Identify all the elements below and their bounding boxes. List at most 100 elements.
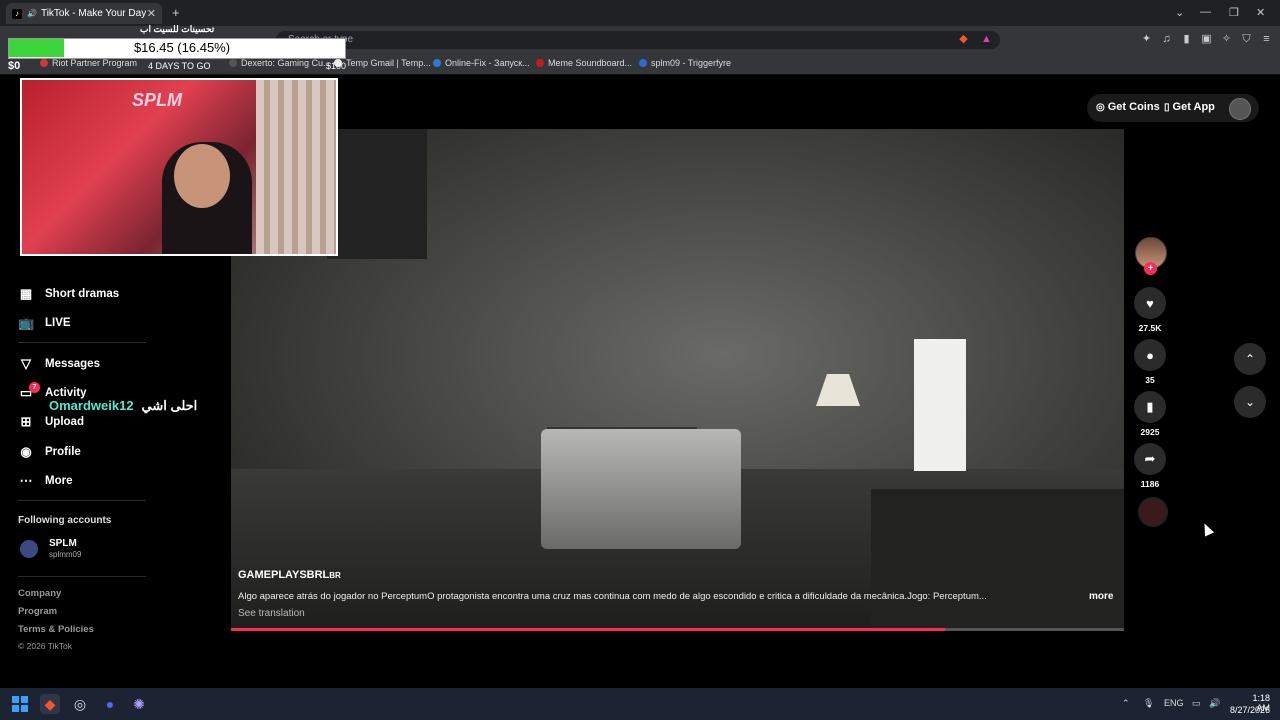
follow-plus-icon[interactable]: + <box>1144 262 1157 275</box>
author-country-badge: BR <box>329 571 341 580</box>
video-author[interactable]: GAMEPLAYSBRLBR <box>238 569 341 581</box>
film-icon: ▦ <box>19 286 33 301</box>
webcam-curtain <box>256 80 336 254</box>
comment-icon: ● <box>1146 347 1154 363</box>
video-window <box>914 339 966 471</box>
sidebar-item-more[interactable]: ⋯ More <box>18 473 73 489</box>
chat-username: Omardweik12 <box>49 398 134 413</box>
webcam-neon-logo: SPLM <box>132 90 183 110</box>
new-tab-button[interactable]: + <box>172 5 180 20</box>
video-lamp <box>816 374 860 406</box>
description-more-link[interactable]: more <box>1089 591 1113 602</box>
donation-goal-title: تحسينات للسيت اب <box>140 24 215 34</box>
sidebar-item-short-dramas[interactable]: ▦ Short dramas <box>18 286 119 302</box>
webcam-head <box>174 144 230 208</box>
audio-playing-icon[interactable]: 🔊 <box>27 9 37 18</box>
phone-icon: ▯ <box>1164 101 1170 113</box>
sidebar-item-profile[interactable]: ◉ Profile <box>18 444 80 460</box>
browser-tab-bar <box>0 0 1280 26</box>
sidebar-icon[interactable]: ▮ <box>1180 33 1193 46</box>
maximize-icon[interactable]: ❐ <box>1229 6 1239 19</box>
previous-video-button[interactable]: ⌃ <box>1234 343 1266 375</box>
donation-goal-start: $0 <box>8 60 21 72</box>
video-description: Algo aparece atrás do jogador no Percept… <box>238 591 987 602</box>
get-coins-button[interactable]: ◎ Get Coins <box>1096 101 1160 113</box>
footer-company-link[interactable]: Company <box>18 588 61 599</box>
bookmark-meme-soundboard[interactable]: Meme Soundboard... <box>536 58 632 68</box>
video-cabinet <box>871 489 1124 629</box>
bookmark-online-fix[interactable]: Online-Fix - Запуск... <box>433 58 530 68</box>
network-icon[interactable]: ▭ <box>1192 698 1201 709</box>
heart-icon: ♥ <box>1146 295 1154 311</box>
paper-plane-icon: ▽ <box>21 356 31 371</box>
get-app-button[interactable]: ▯ Get App <box>1164 101 1215 113</box>
brave-shield-icon[interactable]: ◆ <box>957 33 970 46</box>
vpn-icon[interactable]: ⛉ <box>1240 33 1253 46</box>
following-avatar[interactable] <box>20 540 38 558</box>
obs-taskbar-icon[interactable]: ◎ <box>70 694 90 714</box>
address-input[interactable]: Search or type <box>276 31 1000 49</box>
music-disc[interactable] <box>1138 497 1168 527</box>
online-fix-favicon-icon <box>433 59 441 67</box>
see-translation-link[interactable]: See translation <box>238 608 305 619</box>
stream-chat-message: Omardweik12 احلى اشي <box>49 398 197 414</box>
save-button[interactable]: ▮ <box>1134 391 1166 423</box>
save-count: 2925 <box>1140 427 1160 437</box>
brave-rewards-icon[interactable]: ▲ <box>980 33 993 46</box>
leo-ai-icon[interactable]: ✧ <box>1220 33 1233 46</box>
windows-taskbar <box>0 688 1280 720</box>
sidebar-divider <box>18 500 146 501</box>
video-player[interactable] <box>231 129 1124 630</box>
comment-button[interactable]: ● <box>1134 339 1166 371</box>
microphone-icon[interactable]: 🎙 <box>1143 698 1154 709</box>
next-video-button[interactable]: ⌄ <box>1234 386 1266 418</box>
streamer-webcam: SPLM <box>20 78 338 256</box>
following-name[interactable]: SPLM <box>49 538 77 549</box>
video-progress-fill <box>231 628 946 631</box>
bookmark-icon: ▮ <box>1146 399 1154 414</box>
like-count: 27.5K <box>1138 323 1162 333</box>
wallet-icon[interactable]: ▣ <box>1200 33 1213 46</box>
tab-search-icon[interactable]: ⌄ <box>1175 6 1184 19</box>
volume-icon[interactable]: 🔊 <box>1209 698 1220 709</box>
windows-start-icon[interactable] <box>12 696 28 712</box>
tab-close-icon[interactable]: ✕ <box>147 7 156 20</box>
clock-date[interactable]: 8/27/2026 <box>1226 705 1270 715</box>
video-bed <box>541 429 741 549</box>
bookmark-riot[interactable]: Riot Partner Program <box>40 58 137 68</box>
menu-icon[interactable]: ≡ <box>1260 33 1273 46</box>
donation-goal-target: $100 <box>326 61 347 71</box>
live-tv-icon: 📺 <box>18 315 35 330</box>
app-taskbar-icon[interactable]: ✺ <box>129 694 149 714</box>
video-facecam <box>327 129 427 259</box>
riot-favicon-icon <box>40 59 48 67</box>
bookmark-dexerto[interactable]: Dexerto: Gaming Cu... <box>229 58 331 68</box>
share-count: 1186 <box>1140 479 1160 489</box>
media-icon[interactable]: ♫ <box>1160 33 1173 46</box>
language-indicator[interactable]: ENG <box>1164 698 1184 708</box>
chevron-down-icon: ⌄ <box>1244 395 1256 409</box>
browser-tab[interactable]: ♪ 🔊 TikTok - Make Your Day ✕ <box>6 3 162 24</box>
sidebar-item-live[interactable]: 📺 LIVE <box>18 315 71 331</box>
donation-goal-days: 4 DAYS TO GO <box>148 61 211 71</box>
minimize-icon[interactable]: — <box>1200 6 1211 18</box>
extensions-icon[interactable]: ✦ <box>1140 33 1153 46</box>
activity-badge: 7 <box>29 382 40 393</box>
brave-taskbar-icon[interactable]: ◆ <box>40 694 60 714</box>
discord-taskbar-icon[interactable]: ● <box>100 694 120 714</box>
footer-terms-link[interactable]: Terms & Policies <box>18 624 94 635</box>
like-button[interactable]: ♥ <box>1134 287 1166 319</box>
bookmark-temp-gmail[interactable]: Temp Gmail | Temp... <box>334 58 431 68</box>
tiktok-favicon-icon: ♪ <box>12 8 22 19</box>
share-button[interactable]: ➦ <box>1134 443 1166 475</box>
upload-icon: ⊞ <box>20 414 32 429</box>
sidebar-item-upload[interactable]: ⊞ Upload <box>18 414 84 430</box>
donation-goal-amount: $16.45 (16.45%) <box>133 40 231 55</box>
footer-program-link[interactable]: Program <box>18 606 57 617</box>
sidebar-item-messages[interactable]: ▽ Messages <box>18 356 100 372</box>
bookmark-triggerfyre[interactable]: splm09 - Triggerfyre <box>639 58 731 68</box>
user-avatar[interactable] <box>1229 98 1251 120</box>
dexerto-favicon-icon <box>229 59 237 67</box>
window-close-icon[interactable]: ✕ <box>1256 6 1265 19</box>
tray-overflow-icon[interactable]: ⌃ <box>1122 698 1130 709</box>
